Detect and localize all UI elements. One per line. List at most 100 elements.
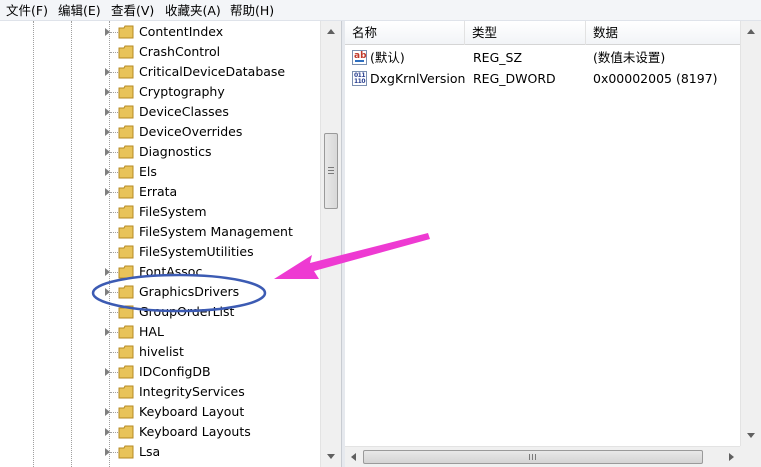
tree-item-deviceclasses[interactable]: DeviceClasses (0, 102, 320, 122)
binary-value-icon: 011 110 (352, 71, 367, 86)
tree-item-filesystem[interactable]: FileSystem (0, 202, 320, 222)
expand-arrow-icon[interactable] (105, 108, 110, 116)
tree-item-grouporderlist[interactable]: GroupOrderList (0, 302, 320, 322)
tree-vertical-scrollbar[interactable] (320, 21, 341, 467)
expand-arrow-icon[interactable] (105, 328, 110, 336)
tree-item-criticaldevicedatabase[interactable]: CriticalDeviceDatabase (0, 62, 320, 82)
tree-item-label: Cryptography (139, 84, 225, 99)
folder-icon (118, 345, 134, 359)
value-list[interactable]: 名称 类型 数据 ab (默认) REG_SZ (数值未设置) 011 110 D… (345, 21, 761, 467)
tree-item-keyboard-layouts[interactable]: Keyboard Layouts (0, 422, 320, 442)
expand-arrow-icon[interactable] (105, 288, 110, 296)
value-name: (默认) (370, 50, 405, 65)
tree-item-keyboard-layout[interactable]: Keyboard Layout (0, 402, 320, 422)
expand-arrow-icon[interactable] (105, 268, 110, 276)
column-header-name[interactable]: 名称 (345, 21, 465, 45)
tree-item-label: CriticalDeviceDatabase (139, 64, 286, 79)
folder-icon (118, 125, 134, 139)
tree-item-label: DeviceClasses (139, 104, 229, 119)
value-type: REG_DWORD (473, 71, 556, 86)
folder-icon (118, 445, 134, 459)
tree-item-crashcontrol[interactable]: CrashControl (0, 42, 320, 62)
scroll-down-icon[interactable] (327, 454, 335, 459)
scroll-left-icon[interactable] (351, 453, 356, 461)
tree-item-filesystem-management[interactable]: FileSystem Management (0, 222, 320, 242)
tree-item-idconfigdb[interactable]: IDConfigDB (0, 362, 320, 382)
scrollbar-corner (740, 446, 761, 467)
tree-item-label: FontAssoc (139, 264, 203, 279)
folder-icon (118, 25, 134, 39)
tree-item-label: Keyboard Layout (139, 404, 245, 419)
tree-item-deviceoverrides[interactable]: DeviceOverrides (0, 122, 320, 142)
tree-item-label: Errata (139, 184, 178, 199)
scroll-down-icon[interactable] (747, 433, 755, 438)
tree-item-label: CrashControl (139, 44, 221, 59)
column-header-data[interactable]: 数据 (586, 21, 761, 45)
tree-item-label: hivelist (139, 344, 184, 359)
menu-view[interactable]: 查看(V) (111, 3, 154, 18)
list-scroll-thumb[interactable] (363, 450, 703, 464)
folder-icon (118, 165, 134, 179)
tree-item-hivelist[interactable]: hivelist (0, 342, 320, 362)
menu-bar: 文件(F) 编辑(E) 查看(V) 收藏夹(A) 帮助(H) (0, 0, 761, 21)
list-vertical-scrollbar[interactable] (740, 21, 761, 446)
tree-item-label: Lsa (139, 444, 161, 459)
folder-icon (118, 325, 134, 339)
scroll-right-icon[interactable] (729, 453, 734, 461)
list-header: 名称 类型 数据 (345, 21, 761, 45)
expand-arrow-icon[interactable] (105, 128, 110, 136)
folder-icon (118, 205, 134, 219)
list-row[interactable]: 011 110 DxgKrnlVersion REG_DWORD 0x000020… (345, 69, 745, 89)
tree-item-label: FileSystem (139, 204, 207, 219)
expand-arrow-icon[interactable] (105, 68, 110, 76)
list-row[interactable]: ab (默认) REG_SZ (数值未设置) (345, 48, 745, 68)
tree-item-cryptography[interactable]: Cryptography (0, 82, 320, 102)
tree-item-graphicsdrivers[interactable]: GraphicsDrivers (0, 282, 320, 302)
folder-icon (118, 45, 134, 59)
tree-item-label: ContentIndex (139, 24, 224, 39)
folder-icon (118, 425, 134, 439)
string-value-icon: ab (352, 50, 367, 65)
value-data: 0x00002005 (8197) (593, 71, 718, 86)
menu-help[interactable]: 帮助(H) (230, 3, 274, 18)
folder-icon (118, 185, 134, 199)
list-horizontal-scrollbar[interactable] (345, 446, 740, 467)
column-header-type[interactable]: 类型 (465, 21, 586, 45)
scroll-up-icon[interactable] (327, 29, 335, 34)
tree-item-els[interactable]: Els (0, 162, 320, 182)
folder-icon (118, 225, 134, 239)
menu-edit[interactable]: 编辑(E) (58, 3, 101, 18)
tree-item-contentindex[interactable]: ContentIndex (0, 22, 320, 42)
expand-arrow-icon[interactable] (105, 448, 110, 456)
menu-file[interactable]: 文件(F) (6, 3, 48, 18)
folder-icon (118, 385, 134, 399)
folder-icon (118, 365, 134, 379)
expand-arrow-icon[interactable] (105, 188, 110, 196)
tree-item-label: Diagnostics (139, 144, 212, 159)
menu-favorites[interactable]: 收藏夹(A) (165, 3, 221, 18)
expand-arrow-icon[interactable] (105, 408, 110, 416)
expand-arrow-icon[interactable] (105, 168, 110, 176)
expand-arrow-icon[interactable] (105, 368, 110, 376)
tree-item-lsa[interactable]: Lsa (0, 442, 320, 462)
expand-arrow-icon[interactable] (105, 148, 110, 156)
tree-item-hal[interactable]: HAL (0, 322, 320, 342)
folder-icon (118, 265, 134, 279)
scroll-up-icon[interactable] (747, 29, 755, 34)
tree-item-label: FileSystem Management (139, 224, 293, 239)
tree-scroll-thumb[interactable] (324, 133, 338, 209)
expand-arrow-icon[interactable] (105, 428, 110, 436)
folder-icon (118, 85, 134, 99)
registry-tree[interactable]: ContentIndex CrashControl CriticalDevice… (0, 21, 341, 467)
tree-item-diagnostics[interactable]: Diagnostics (0, 142, 320, 162)
expand-arrow-icon[interactable] (105, 28, 110, 36)
tree-item-label: FileSystemUtilities (139, 244, 254, 259)
tree-item-integrityservices[interactable]: IntegrityServices (0, 382, 320, 402)
tree-item-errata[interactable]: Errata (0, 182, 320, 202)
tree-item-label: IntegrityServices (139, 384, 245, 399)
folder-icon (118, 285, 134, 299)
tree-item-fontassoc[interactable]: FontAssoc (0, 262, 320, 282)
expand-arrow-icon[interactable] (105, 88, 110, 96)
folder-icon (118, 65, 134, 79)
tree-item-filesystemutilities[interactable]: FileSystemUtilities (0, 242, 320, 262)
